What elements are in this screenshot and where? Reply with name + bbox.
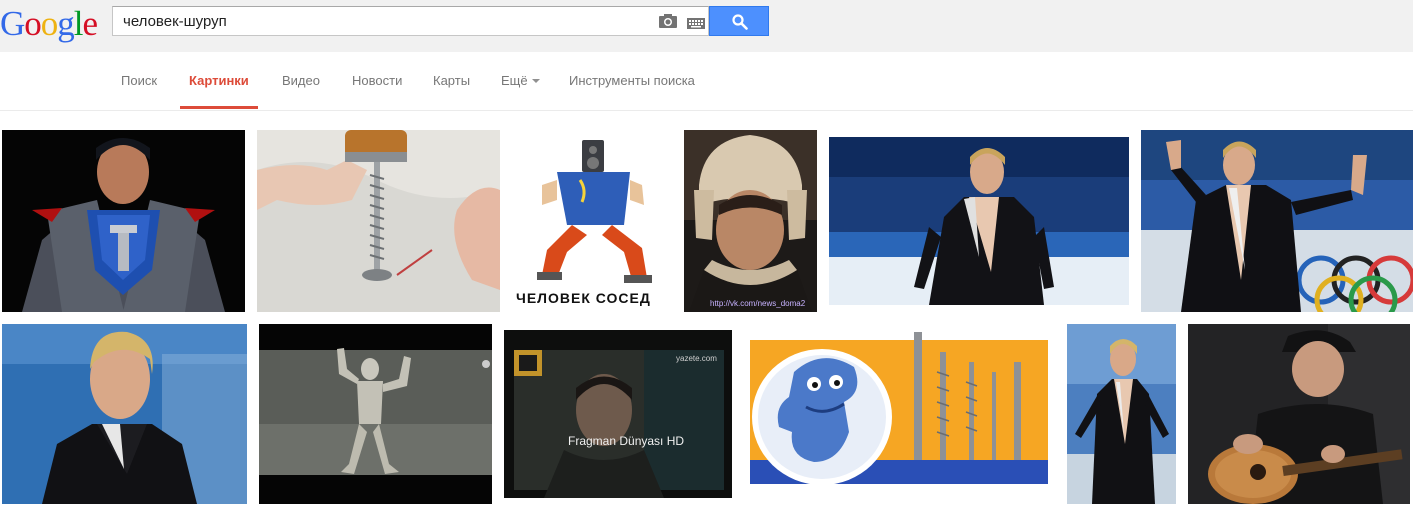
image-results: ЧЕЛОВЕК СОСЕД http://vk.com/news_doma2 y… bbox=[0, 112, 1413, 509]
image-watermark: http://vk.com/news_doma2 bbox=[710, 299, 806, 308]
search-button[interactable] bbox=[709, 6, 769, 36]
tab-images[interactable]: Картинки bbox=[189, 73, 249, 88]
logo-letter: e bbox=[82, 4, 99, 43]
image-result-fur-hat-man[interactable]: http://vk.com/news_doma2 bbox=[684, 130, 817, 312]
tab-maps[interactable]: Карты bbox=[433, 73, 470, 88]
image-result-superman-screw[interactable] bbox=[2, 130, 245, 312]
top-bar: Google bbox=[0, 0, 1413, 52]
logo-letter: o bbox=[24, 4, 41, 43]
image-result-guitar-man[interactable] bbox=[1188, 324, 1410, 504]
chevron-down-icon bbox=[531, 78, 540, 83]
search-box bbox=[112, 6, 709, 36]
keyboard-icon[interactable] bbox=[687, 16, 705, 29]
active-tab-indicator bbox=[180, 106, 258, 109]
image-result-fragman-video[interactable]: yazete.com Fragman Dünyası HD bbox=[504, 330, 732, 498]
tab-search[interactable]: Поиск bbox=[121, 73, 157, 88]
image-result-dragon-screws[interactable] bbox=[744, 332, 1055, 494]
image-result-battery-screw[interactable] bbox=[257, 130, 500, 312]
search-icon bbox=[732, 14, 748, 30]
tab-search-tools[interactable]: Инструменты поиска bbox=[569, 73, 695, 88]
image-result-skater-waving[interactable] bbox=[1141, 130, 1413, 312]
logo-letter: g bbox=[57, 4, 74, 43]
camera-icon[interactable] bbox=[659, 14, 677, 28]
image-result-cartoon-neighbor[interactable]: ЧЕЛОВЕК СОСЕД bbox=[512, 130, 672, 312]
logo-letter: l bbox=[73, 4, 84, 43]
google-logo[interactable]: Google bbox=[0, 4, 99, 44]
image-result-skater-rink[interactable] bbox=[829, 137, 1129, 305]
logo-letter: G bbox=[0, 4, 25, 43]
tab-more[interactable]: Ещё bbox=[501, 73, 540, 88]
image-caption: Fragman Dünyası HD bbox=[568, 434, 685, 448]
logo-letter: o bbox=[40, 4, 58, 43]
image-result-skater-portrait[interactable] bbox=[2, 324, 247, 504]
image-caption: ЧЕЛОВЕК СОСЕД bbox=[516, 290, 651, 306]
image-result-skater-standing[interactable] bbox=[1067, 324, 1176, 504]
tab-more-label: Ещё bbox=[501, 73, 528, 88]
tab-video[interactable]: Видео bbox=[282, 73, 320, 88]
tab-news[interactable]: Новости bbox=[352, 73, 402, 88]
image-watermark: yazete.com bbox=[676, 354, 717, 363]
search-nav: Поиск Картинки Видео Новости Карты Ещё И… bbox=[0, 52, 1413, 111]
search-input[interactable] bbox=[123, 7, 643, 35]
image-result-3d-figure[interactable] bbox=[259, 324, 492, 504]
